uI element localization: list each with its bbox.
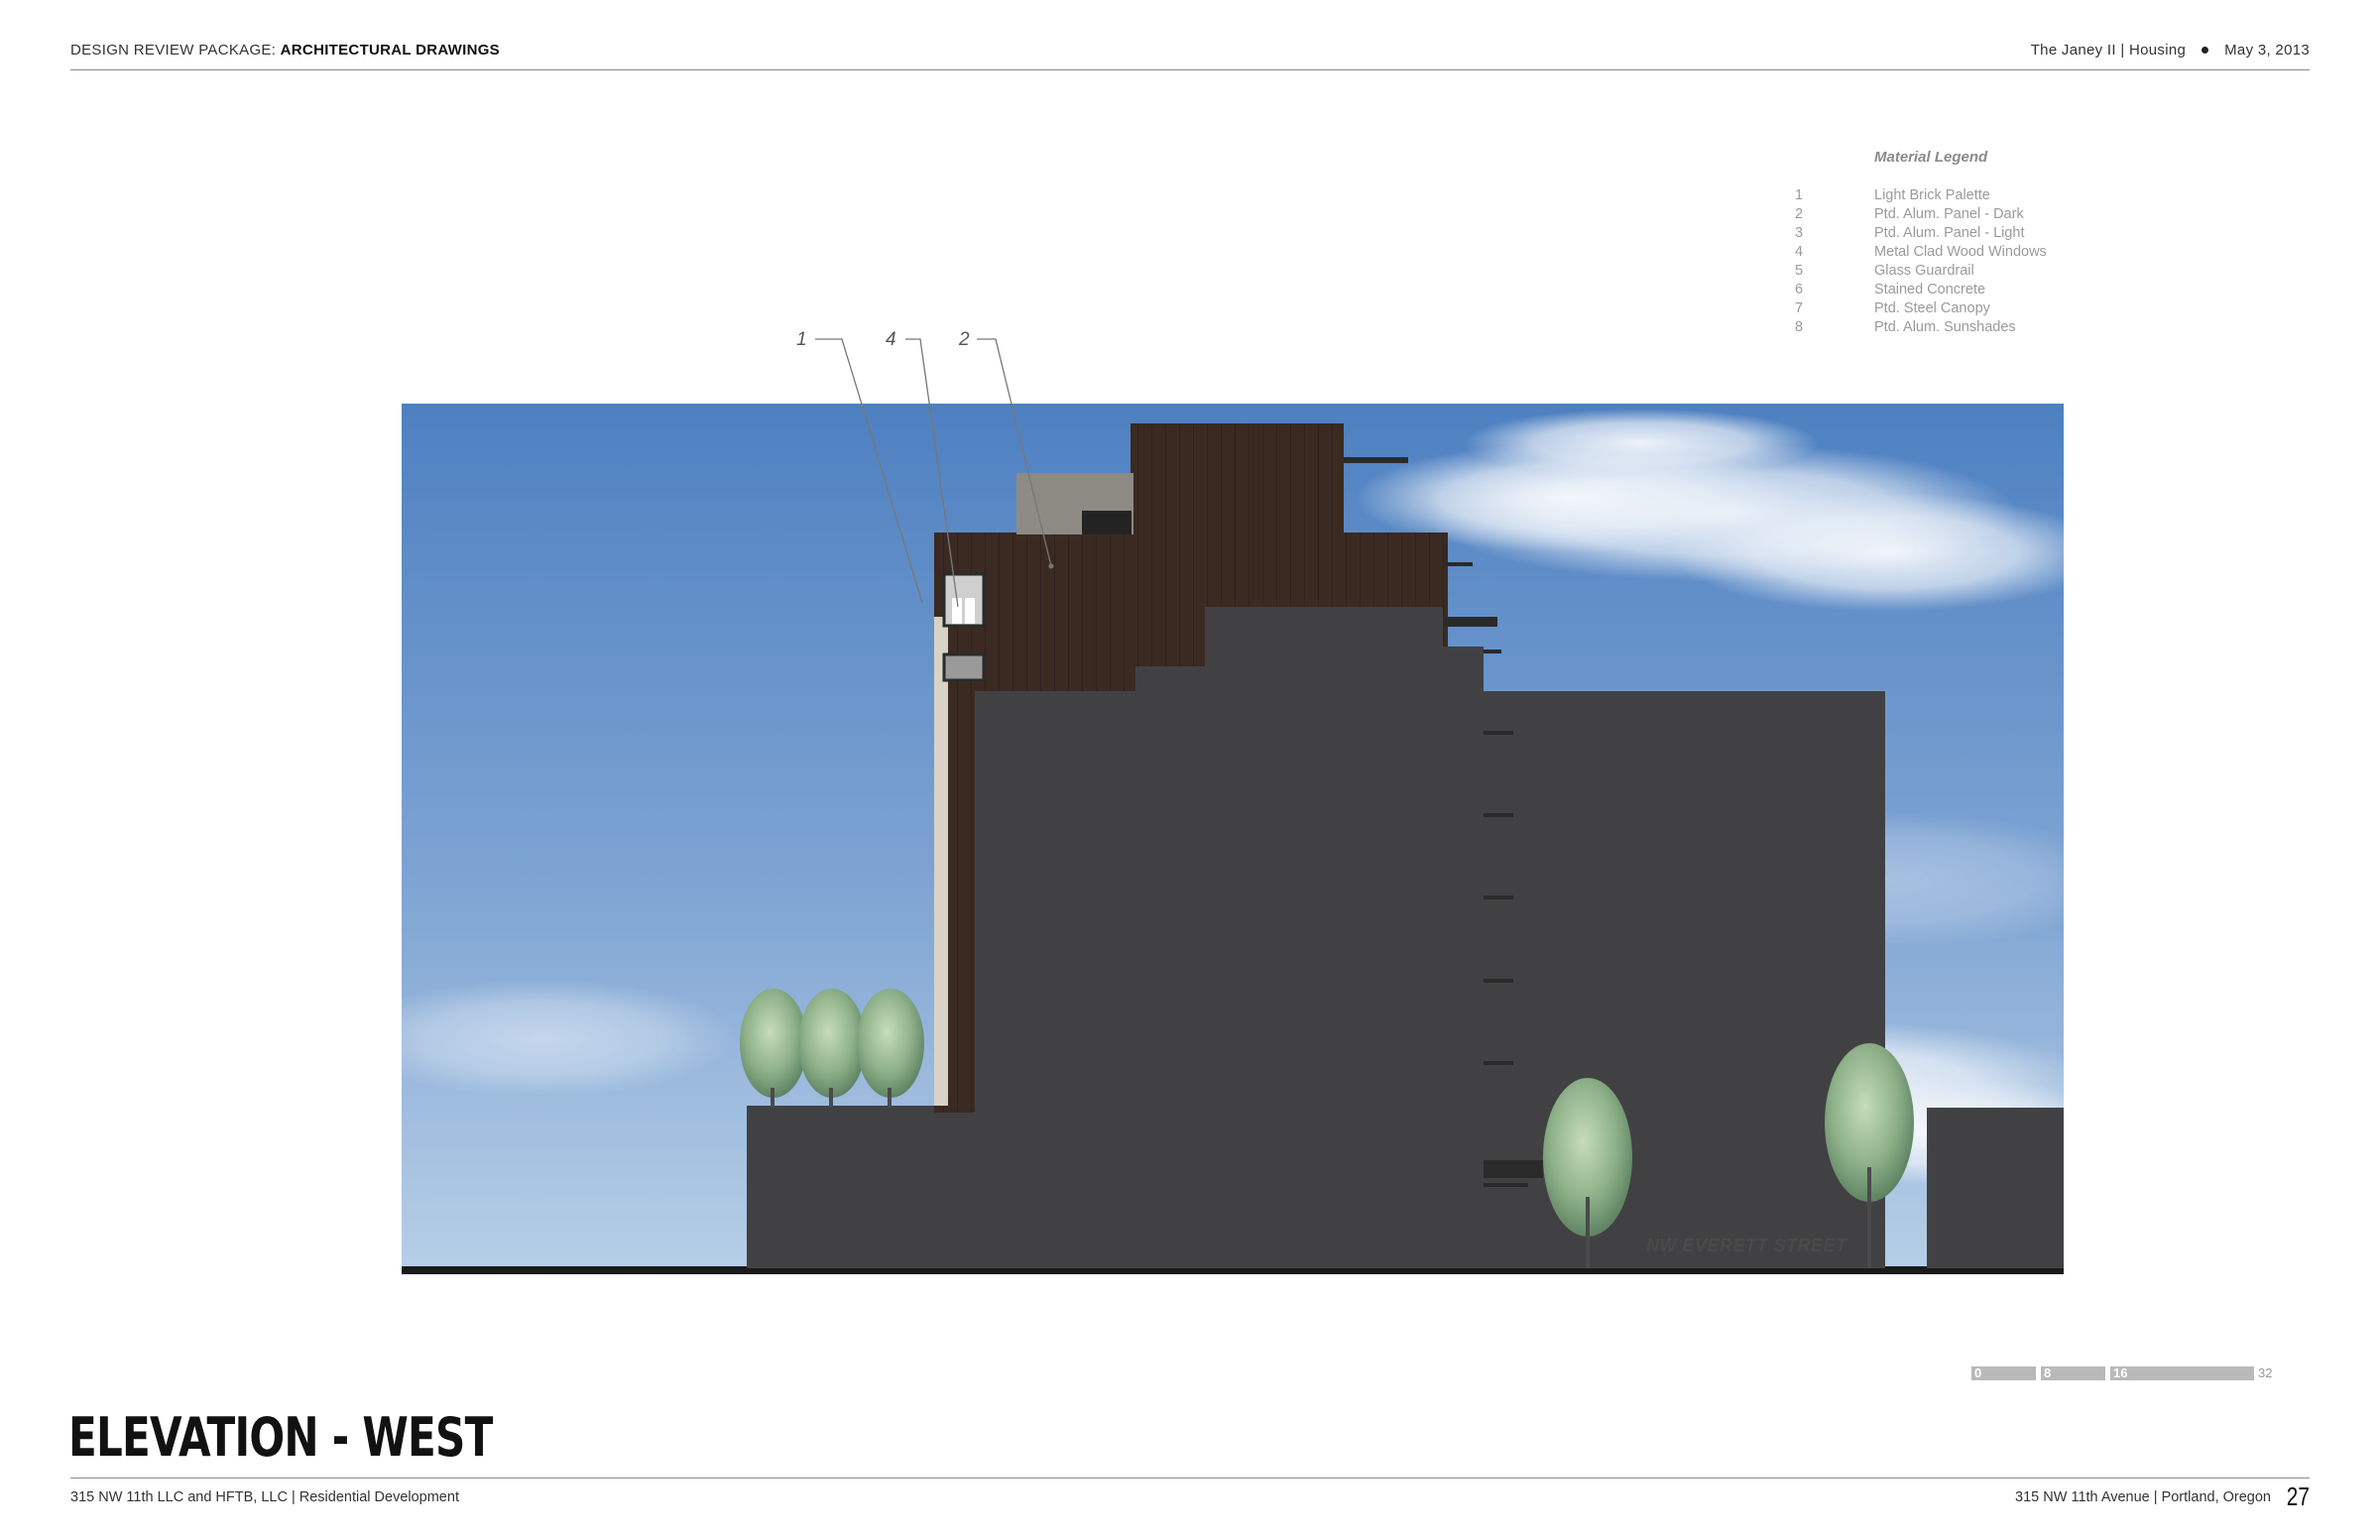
- scale-label: 0: [1974, 1365, 1982, 1380]
- footer-address: 315 NW 11th Avenue | Portland, Oregon: [2015, 1489, 2271, 1505]
- legend-item-number: 6: [1795, 282, 1804, 297]
- podium-trees: [740, 989, 924, 1108]
- legend-item: 7 Ptd. Steel Canopy: [1795, 299, 2092, 318]
- scale-segment: [2110, 1366, 2254, 1380]
- legend-item: 6 Stained Concrete: [1795, 281, 2092, 299]
- graphic-scale: 0 8 16 32: [1971, 1365, 2279, 1384]
- bullet-icon: [2202, 47, 2209, 54]
- windows: [942, 572, 986, 682]
- roof-canopy: [1344, 457, 1408, 463]
- callout-2: 2: [958, 329, 970, 350]
- west-elevation-drawing: NW EVERETT STREET: [402, 404, 2064, 1274]
- scale-label: 16: [2113, 1365, 2128, 1380]
- header-rule: [70, 69, 2310, 70]
- legend-item-label: Ptd. Alum. Panel - Light: [1874, 225, 2025, 241]
- legend-item-number: 5: [1795, 263, 1804, 279]
- header-section-label: ARCHITECTURAL DRAWINGS: [280, 42, 500, 59]
- legend-item-label: Stained Concrete: [1874, 282, 1986, 297]
- callout-4: 4: [886, 329, 896, 350]
- legend-item-label: Glass Guardrail: [1874, 263, 1974, 279]
- neighbor-building: [1927, 1108, 2064, 1268]
- legend-item: 4 Metal Clad Wood Windows: [1795, 243, 2092, 262]
- legend-item-label: Ptd. Alum. Sunshades: [1874, 319, 2016, 335]
- footer-rule: [70, 1478, 2310, 1479]
- page-title: ELEVATION - WEST: [68, 1406, 493, 1469]
- legend-item: 8 Ptd. Alum. Sunshades: [1795, 318, 2092, 337]
- legend-item: 3 Ptd. Alum. Panel - Light: [1795, 224, 2092, 243]
- header-date: May 3, 2013: [2224, 42, 2310, 59]
- legend-item-number: 2: [1795, 206, 1804, 222]
- footer-client: 315 NW 11th LLC and HFTB, LLC | Resident…: [70, 1489, 459, 1505]
- light-brick-strip: [934, 617, 948, 1106]
- podium-base: [747, 1106, 995, 1268]
- legend-item-number: 3: [1795, 225, 1804, 241]
- header-package-title: DESIGN REVIEW PACKAGE: ARCHITECTURAL DRA…: [70, 42, 500, 59]
- legend-item-label: Ptd. Alum. Panel - Dark: [1874, 206, 2024, 222]
- legend-item-number: 1: [1795, 187, 1804, 203]
- street-label: NW EVERETT STREET: [1646, 1236, 1848, 1255]
- legend-item: 1 Light Brick Palette: [1795, 186, 2092, 205]
- legend-item-number: 7: [1795, 300, 1804, 316]
- header-project-info: The Janey II | Housing May 3, 2013: [2031, 42, 2310, 59]
- legend-item-label: Ptd. Steel Canopy: [1874, 300, 1990, 316]
- legend-item: 5 Glass Guardrail: [1795, 262, 2092, 281]
- header-package-label: DESIGN REVIEW PACKAGE:: [70, 42, 277, 59]
- legend-item-label: Metal Clad Wood Windows: [1874, 244, 2047, 260]
- callout-1: 1: [796, 329, 807, 350]
- page-number: 27: [2286, 1481, 2310, 1511]
- scale-label: 32: [2258, 1365, 2273, 1380]
- legend-title: Material Legend: [1874, 149, 1988, 166]
- legend-item-number: 8: [1795, 319, 1804, 335]
- header-project: The Janey II | Housing: [2030, 42, 2187, 59]
- scale-label: 8: [2044, 1365, 2052, 1380]
- legend-list: 1 Light Brick Palette 2 Ptd. Alum. Panel -…: [1795, 186, 2092, 337]
- legend-item: 2 Ptd. Alum. Panel - Dark: [1795, 205, 2092, 224]
- legend-item-number: 4: [1795, 244, 1804, 260]
- legend-item-label: Light Brick Palette: [1874, 187, 1990, 203]
- penthouse-dark: [1130, 423, 1344, 537]
